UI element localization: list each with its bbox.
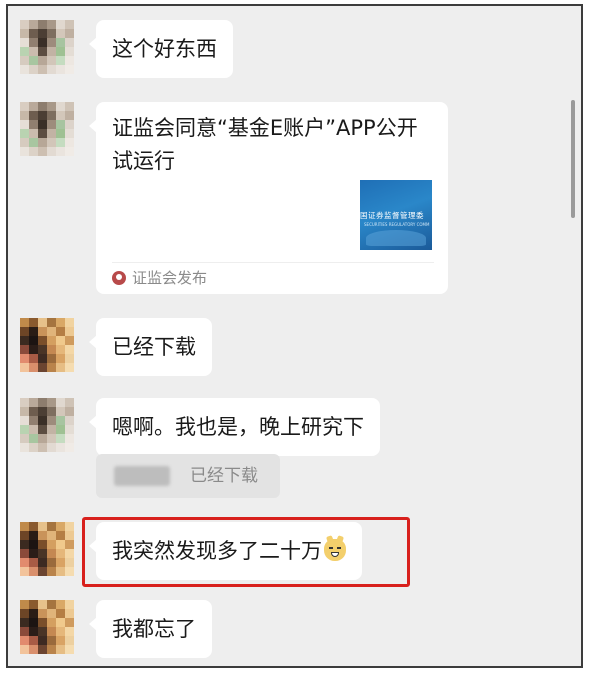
message-bubble[interactable]: 我都忘了: [89, 600, 212, 658]
thumbnail-subcaption: SECURITIES REGULATORY COMM: [364, 222, 430, 227]
card-source: 证监会发布: [112, 268, 207, 288]
avatar[interactable]: [20, 318, 74, 372]
scrollbar[interactable]: [571, 100, 575, 218]
message-text: 我都忘了: [112, 617, 196, 641]
avatar[interactable]: [20, 600, 74, 654]
avatar[interactable]: [20, 398, 74, 452]
highlight-box: [82, 517, 410, 587]
map-graphic: [366, 230, 426, 246]
message-text: 已经下载: [112, 335, 196, 359]
message-bubble[interactable]: 这个好东西: [89, 20, 233, 78]
avatar[interactable]: [20, 20, 74, 74]
message-bubble[interactable]: 已经下载: [89, 318, 212, 376]
card-title: 证监会同意“基金E账户”APP公开试运行: [112, 116, 418, 173]
message-text: 嗯啊。我也是，晚上研究下: [112, 415, 364, 439]
source-label: 证监会发布: [132, 269, 208, 287]
publisher-icon: [112, 271, 126, 285]
quoted-sender-redacted: [114, 466, 170, 486]
avatar[interactable]: [20, 102, 74, 156]
quoted-text: 已经下载: [190, 466, 258, 486]
link-card[interactable]: 证监会同意“基金E账户”APP公开试运行 国证券监督管理委 SECURITIES…: [89, 102, 448, 294]
card-divider: [112, 262, 434, 263]
avatar[interactable]: [20, 522, 74, 576]
message-text: 这个好东西: [112, 37, 217, 61]
quoted-message[interactable]: 已经下载: [96, 454, 280, 498]
chat-screenshot-frame: 这个好东西 证监会同意“基金E账户”APP公开试运行 国证券监督管理委 SECU…: [6, 4, 583, 668]
message-bubble[interactable]: 嗯啊。我也是，晚上研究下: [89, 398, 380, 456]
card-thumbnail: 国证券监督管理委 SECURITIES REGULATORY COMM: [360, 180, 432, 250]
thumbnail-caption: 国证券监督管理委: [360, 211, 424, 220]
